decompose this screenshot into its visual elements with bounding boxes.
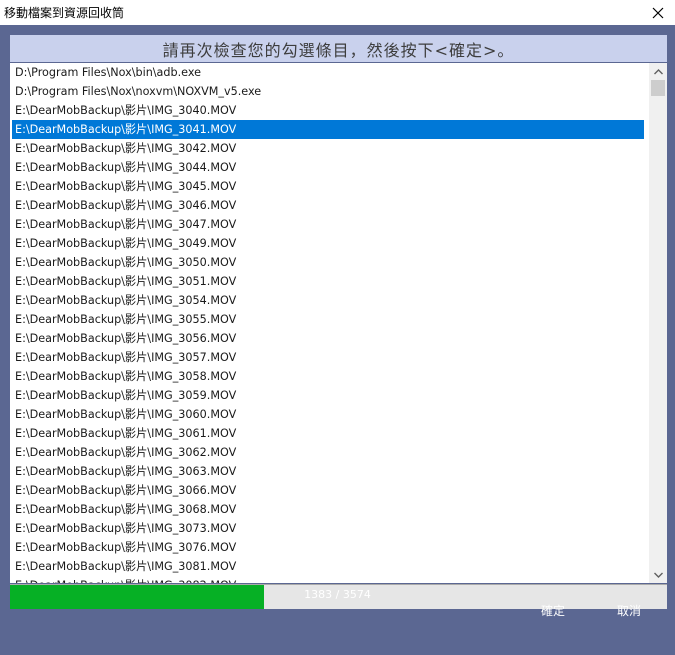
file-list-item[interactable]: E:\DearMobBackup\影片\IMG_3050.MOV (12, 253, 644, 272)
file-list-item[interactable]: E:\DearMobBackup\影片\IMG_3057.MOV (12, 348, 644, 367)
close-button[interactable] (641, 0, 675, 25)
file-list-item[interactable]: E:\DearMobBackup\影片\IMG_3045.MOV (12, 177, 644, 196)
file-list-item[interactable]: E:\DearMobBackup\影片\IMG_3061.MOV (12, 424, 644, 443)
file-list[interactable]: D:\Program Files\Nox\bin\adb.exe D:\Progr… (10, 63, 649, 583)
file-list-item[interactable]: E:\DearMobBackup\影片\IMG_3059.MOV (12, 386, 644, 405)
cancel-button[interactable]: 取消 (599, 600, 659, 620)
file-list-item[interactable]: E:\DearMobBackup\影片\IMG_3082.MOV (12, 576, 644, 583)
file-list-item[interactable]: E:\DearMobBackup\影片\IMG_3051.MOV (12, 272, 644, 291)
scroll-thumb[interactable] (651, 80, 665, 96)
window-title: 移動檔案到資源回收筒 (4, 6, 125, 20)
chevron-up-icon (653, 68, 663, 74)
dialog-body: 請再次檢查您的勾選條目，然後按下<確定>。 D:\Program Files\N… (0, 25, 675, 655)
file-list-item[interactable]: D:\Program Files\Nox\noxvm\NOXVM_v5.exe (12, 82, 644, 101)
file-list-item[interactable]: E:\DearMobBackup\影片\IMG_3076.MOV (12, 538, 644, 557)
scroll-up-button[interactable] (649, 63, 667, 80)
file-list-item[interactable]: E:\DearMobBackup\影片\IMG_3041.MOV (12, 120, 644, 139)
chevron-down-icon (653, 572, 663, 578)
file-list-item[interactable]: E:\DearMobBackup\影片\IMG_3042.MOV (12, 139, 644, 158)
file-list-item[interactable]: E:\DearMobBackup\影片\IMG_3073.MOV (12, 519, 644, 538)
file-list-item[interactable]: E:\DearMobBackup\影片\IMG_3058.MOV (12, 367, 644, 386)
close-icon (652, 7, 664, 18)
file-list-item[interactable]: E:\DearMobBackup\影片\IMG_3066.MOV (12, 481, 644, 500)
file-list-item[interactable]: E:\DearMobBackup\影片\IMG_3081.MOV (12, 557, 644, 576)
ok-button[interactable]: 確定 (523, 600, 583, 620)
file-list-item[interactable]: E:\DearMobBackup\影片\IMG_3047.MOV (12, 215, 644, 234)
file-list-item[interactable]: D:\Program Files\Nox\bin\adb.exe (12, 63, 644, 82)
vertical-scrollbar[interactable] (649, 63, 667, 583)
file-list-item[interactable]: E:\DearMobBackup\影片\IMG_3054.MOV (12, 291, 644, 310)
file-list-item[interactable]: E:\DearMobBackup\影片\IMG_3068.MOV (12, 500, 644, 519)
instruction-header: 請再次檢查您的勾選條目，然後按下<確定>。 (10, 35, 667, 62)
file-list-item[interactable]: E:\DearMobBackup\影片\IMG_3055.MOV (12, 310, 644, 329)
file-list-item[interactable]: E:\DearMobBackup\影片\IMG_3060.MOV (12, 405, 644, 424)
file-list-item[interactable]: E:\DearMobBackup\影片\IMG_3049.MOV (12, 234, 644, 253)
file-list-item[interactable]: E:\DearMobBackup\影片\IMG_3063.MOV (12, 462, 644, 481)
file-list-item[interactable]: E:\DearMobBackup\影片\IMG_3040.MOV (12, 101, 644, 120)
scroll-down-button[interactable] (649, 566, 667, 583)
file-list-item[interactable]: E:\DearMobBackup\影片\IMG_3056.MOV (12, 329, 644, 348)
file-list-item[interactable]: E:\DearMobBackup\影片\IMG_3044.MOV (12, 158, 644, 177)
file-list-item[interactable]: E:\DearMobBackup\影片\IMG_3046.MOV (12, 196, 644, 215)
title-bar: 移動檔案到資源回收筒 (0, 0, 675, 25)
file-list-item[interactable]: E:\DearMobBackup\影片\IMG_3062.MOV (12, 443, 644, 462)
